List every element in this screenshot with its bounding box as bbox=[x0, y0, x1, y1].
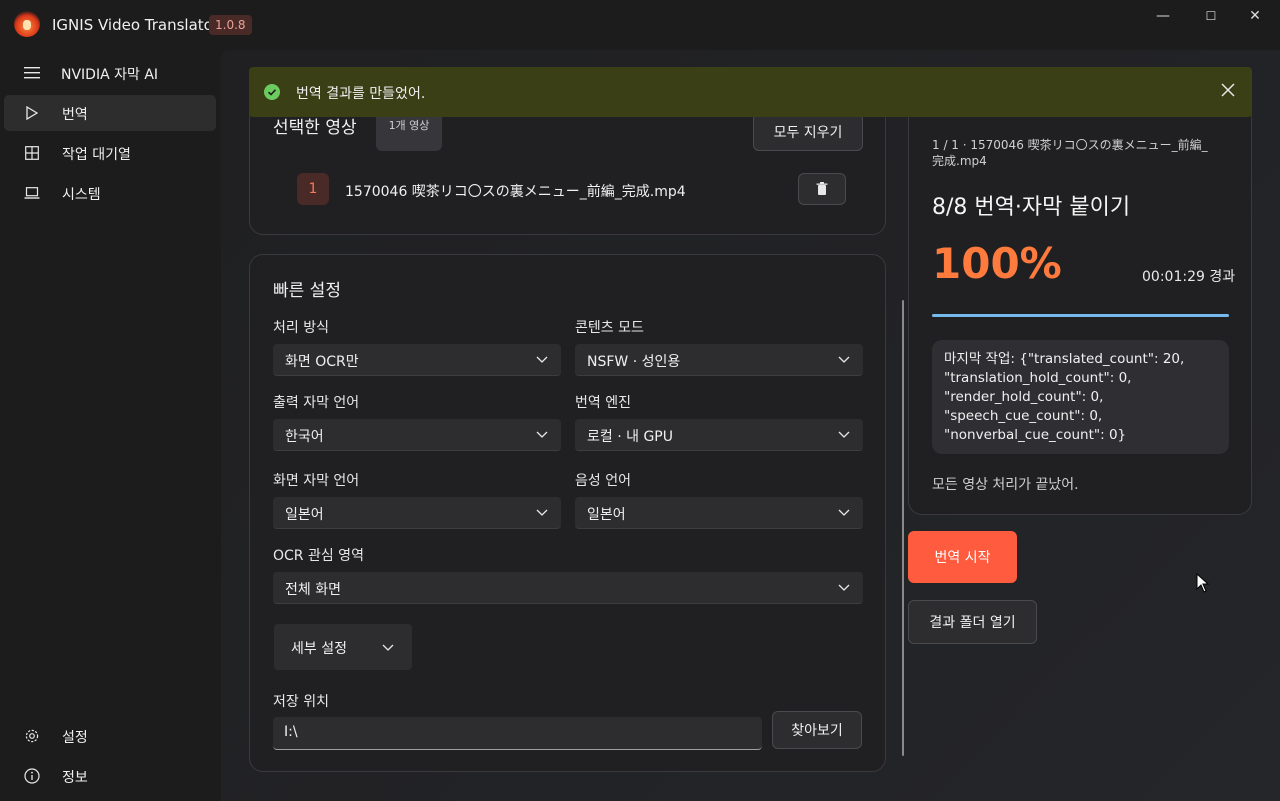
sidebar-item-label: 번역 bbox=[62, 107, 88, 123]
sidebar-item-settings[interactable]: 설정 bbox=[4, 718, 216, 754]
sidebar-item-about[interactable]: 정보 bbox=[4, 758, 216, 794]
toast-message: 번역 결과를 만들었어. bbox=[296, 86, 426, 102]
clear-all-button[interactable]: 모두 지우기 bbox=[753, 113, 863, 151]
browse-button[interactable]: 찾아보기 bbox=[772, 711, 862, 749]
sidebar-item-queue[interactable]: 작업 대기열 bbox=[4, 135, 216, 171]
input-value: I:\ bbox=[284, 724, 298, 740]
close-button[interactable]: ✕ bbox=[1240, 6, 1270, 26]
file-name: 1570046 喫茶リコ〇スの裏メニュー_前編_完成.mp4 bbox=[345, 184, 686, 200]
laptop-icon bbox=[22, 183, 42, 203]
select-value: 한국어 bbox=[285, 429, 324, 445]
sidebar-item-label: 작업 대기열 bbox=[62, 147, 131, 163]
app-title: IGNIS Video Translator bbox=[52, 16, 219, 34]
processing-select[interactable]: 화면 OCR만 bbox=[273, 344, 561, 376]
chevron-down-icon bbox=[536, 431, 548, 438]
open-result-folder-button[interactable]: 결과 폴더 열기 bbox=[908, 600, 1037, 644]
sidebar-item-system[interactable]: 시스템 bbox=[4, 175, 216, 211]
chevron-down-icon bbox=[838, 431, 850, 438]
audio-lang-label: 음성 언어 bbox=[575, 473, 631, 489]
details-label: 세부 설정 bbox=[291, 641, 347, 657]
scrollbar[interactable] bbox=[902, 300, 904, 756]
select-value: 로컬 · 내 GPU bbox=[587, 429, 673, 445]
output-lang-label: 출력 자막 언어 bbox=[273, 395, 360, 411]
hamburger-icon bbox=[22, 63, 42, 83]
chevron-down-icon bbox=[838, 509, 850, 516]
title-bar: IGNIS Video Translator 1.0.8 — ☐ ✕ bbox=[0, 0, 1280, 50]
select-value: 전체 화면 bbox=[285, 582, 341, 598]
screen-lang-select[interactable]: 일본어 bbox=[273, 497, 561, 529]
maximize-button[interactable]: ☐ bbox=[1196, 6, 1226, 26]
elapsed-time: 00:01:29 경과 bbox=[1142, 269, 1236, 285]
content-mode-select[interactable]: NSFW · 성인용 bbox=[575, 344, 863, 376]
play-icon bbox=[22, 103, 42, 123]
start-translate-button[interactable]: 번역 시작 bbox=[908, 531, 1017, 583]
chevron-down-icon bbox=[838, 356, 850, 363]
save-location-label: 저장 위치 bbox=[273, 694, 329, 710]
engine-select[interactable]: 로컬 · 내 GPU bbox=[575, 419, 863, 451]
audio-lang-select[interactable]: 일본어 bbox=[575, 497, 863, 529]
ocr-region-label: OCR 관심 영역 bbox=[273, 548, 364, 564]
select-value: NSFW · 성인용 bbox=[587, 354, 681, 370]
chevron-down-icon bbox=[536, 509, 548, 516]
progress-file-line: 1 / 1 · 1570046 喫茶リコ〇スの裏メニュー_前編_完成.mp4 bbox=[932, 138, 1208, 168]
quick-settings-card: 빠른 설정 처리 방식 화면 OCR만 콘텐츠 모드 NSFW · 성인용 출력… bbox=[249, 254, 886, 772]
chevron-down-icon bbox=[838, 584, 850, 591]
delete-file-button[interactable] bbox=[798, 173, 846, 205]
output-lang-select[interactable]: 한국어 bbox=[273, 419, 561, 451]
progress-bar-fill bbox=[932, 314, 1229, 317]
menu-title: NVIDIA 자막 AI bbox=[61, 67, 159, 83]
minimize-button[interactable]: — bbox=[1148, 6, 1178, 26]
select-value: 일본어 bbox=[285, 507, 324, 523]
save-location-input[interactable]: I:\ bbox=[273, 717, 762, 750]
sidebar-item-label: 설정 bbox=[62, 730, 88, 746]
trash-icon bbox=[816, 182, 828, 195]
mouse-cursor-icon bbox=[1196, 573, 1210, 593]
info-icon bbox=[22, 766, 42, 786]
content-mode-label: 콘텐츠 모드 bbox=[575, 320, 644, 336]
file-index-badge: 1 bbox=[297, 173, 329, 205]
success-toast: 번역 결과를 만들었어. bbox=[249, 67, 1252, 117]
chevron-down-icon bbox=[536, 356, 548, 363]
done-message: 모든 영상 처리가 끝났어. bbox=[932, 477, 1079, 493]
close-toast-icon[interactable] bbox=[1218, 80, 1238, 100]
screen-lang-label: 화면 자막 언어 bbox=[273, 473, 360, 489]
sidebar-item-label: 시스템 bbox=[62, 187, 101, 203]
select-value: 일본어 bbox=[587, 507, 626, 523]
gear-icon bbox=[22, 726, 42, 746]
select-value: 화면 OCR만 bbox=[285, 354, 359, 370]
progress-bar bbox=[932, 314, 1229, 317]
sidebar-item-translate[interactable]: 번역 bbox=[4, 95, 216, 131]
hamburger-menu-button[interactable]: NVIDIA 자막 AI bbox=[4, 55, 216, 91]
engine-label: 번역 엔진 bbox=[575, 395, 631, 411]
sidebar-item-label: 정보 bbox=[62, 770, 88, 786]
sidebar: NVIDIA 자막 AI 번역 작업 대기열 시스템 설정 정보 bbox=[0, 50, 221, 801]
details-expander[interactable]: 세부 설정 bbox=[274, 624, 412, 670]
quick-settings-title: 빠른 설정 bbox=[273, 281, 341, 301]
ocr-region-select[interactable]: 전체 화면 bbox=[273, 572, 863, 604]
processing-label: 처리 방식 bbox=[273, 320, 329, 336]
last-job-log: 마지막 작업: {"translated_count": 20, "transl… bbox=[932, 340, 1229, 454]
progress-percent: 100% bbox=[932, 239, 1062, 288]
chevron-down-icon bbox=[382, 644, 394, 651]
check-circle-icon bbox=[264, 84, 280, 100]
app-logo-icon bbox=[14, 11, 40, 37]
version-badge: 1.0.8 bbox=[209, 15, 252, 35]
grid-icon bbox=[22, 143, 42, 163]
progress-step: 8/8 번역·자막 붙이기 bbox=[932, 195, 1131, 220]
progress-card: 1 / 1 · 1570046 喫茶リコ〇スの裏メニュー_前編_完成.mp4 8… bbox=[908, 90, 1252, 515]
